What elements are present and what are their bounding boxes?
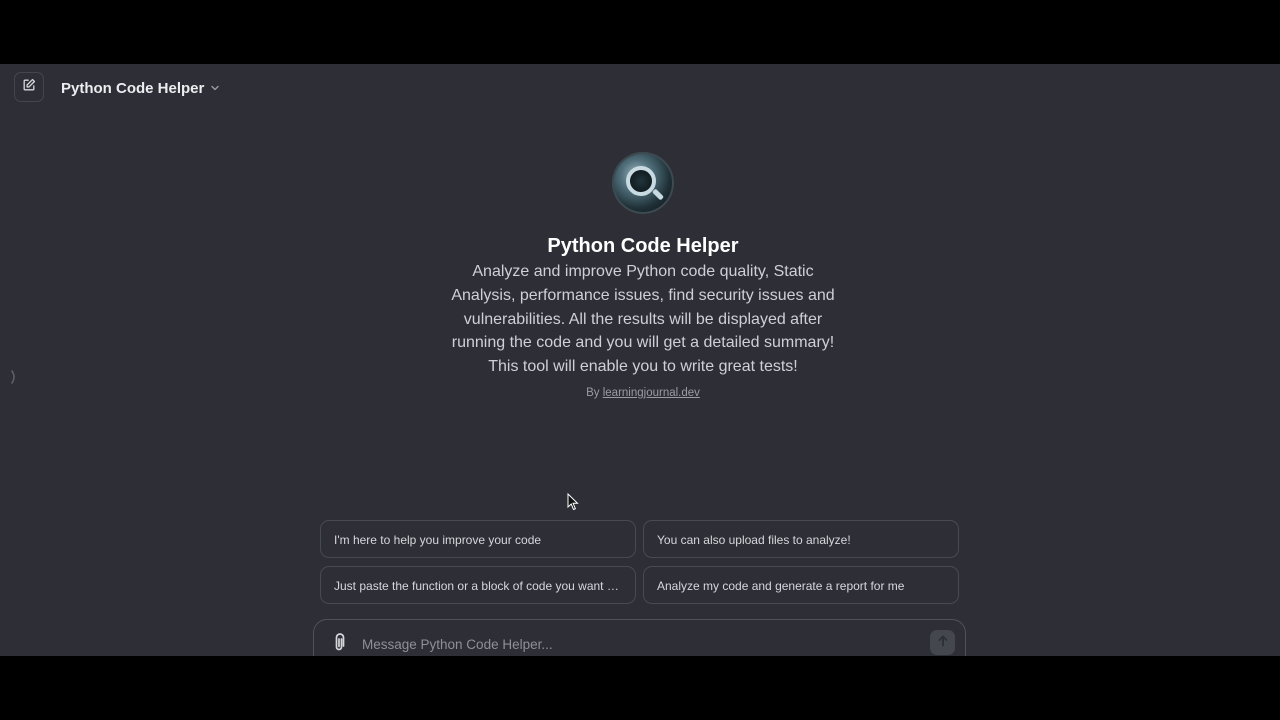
arrow-up-icon (937, 634, 949, 652)
chevron-down-icon (210, 83, 220, 93)
attach-button[interactable] (330, 633, 348, 653)
letterbox-bottom (0, 656, 1280, 720)
suggestion-grid: I'm here to help you improve your code Y… (320, 520, 960, 606)
suggestion-card[interactable]: I'm here to help you improve your code (320, 520, 636, 558)
mouse-cursor-icon (567, 492, 579, 511)
message-input[interactable] (360, 632, 924, 656)
suggestion-card[interactable]: Just paste the function or a block of co… (320, 566, 636, 604)
gpt-description: Analyze and improve Python code quality,… (451, 263, 835, 376)
sidebar-toggle-icon[interactable] (8, 369, 20, 385)
model-selector[interactable]: Python Code Helper (61, 77, 220, 99)
chat-app: Python Code Helper Python Code Helper An… (0, 64, 1280, 656)
author-link[interactable]: learningjournal.dev (603, 387, 700, 399)
send-button[interactable] (930, 630, 955, 655)
gpt-author: By learningjournal.dev (440, 385, 846, 401)
pencil-square-icon (22, 78, 36, 97)
author-prefix: By (586, 386, 600, 399)
suggestion-card[interactable]: Analyze my code and generate a report fo… (643, 566, 959, 604)
paperclip-icon (330, 633, 348, 656)
letterbox-top (0, 0, 1280, 64)
header: Python Code Helper (0, 64, 1280, 112)
magnifier-handle (651, 188, 665, 201)
message-composer (313, 619, 966, 656)
gpt-title: Python Code Helper (547, 235, 739, 257)
gpt-avatar (612, 152, 674, 214)
new-chat-button[interactable] (14, 72, 44, 102)
suggestion-card[interactable]: You can also upload files to analyze! (643, 520, 959, 558)
model-title: Python Code Helper (61, 79, 205, 97)
gpt-intro: Python Code Helper Analyze and improve P… (440, 152, 846, 401)
